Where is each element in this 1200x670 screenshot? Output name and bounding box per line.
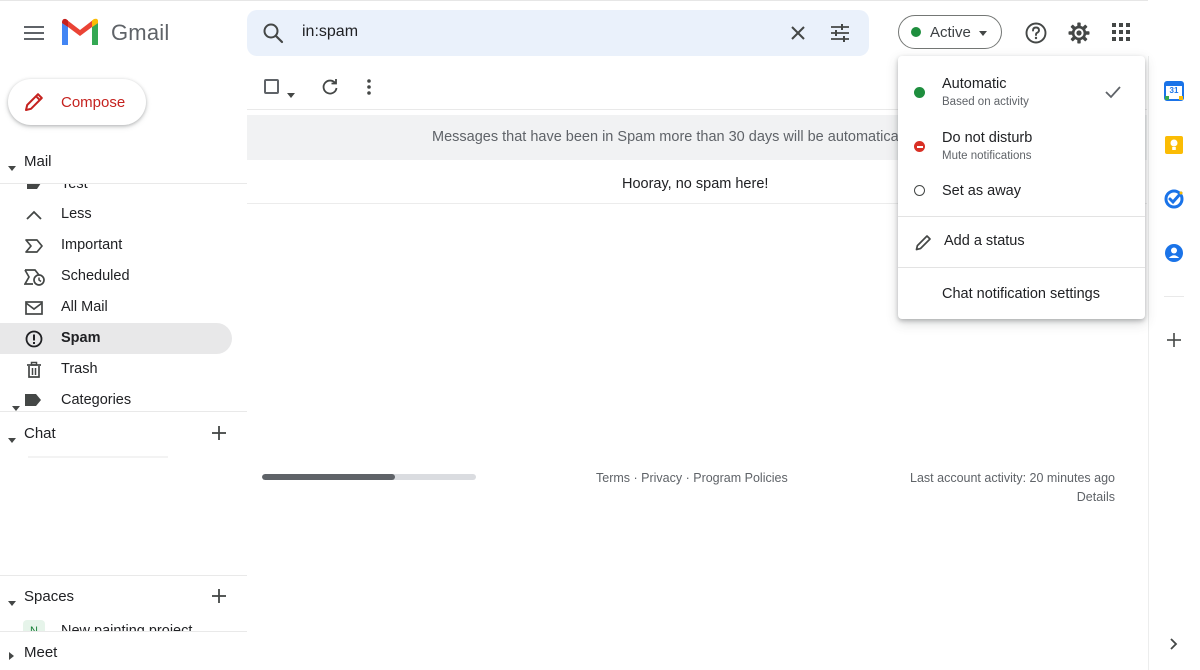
avatar: N xyxy=(23,620,45,631)
pencil-icon xyxy=(23,91,45,113)
space-item-new-painting-project[interactable]: N New painting project xyxy=(0,619,247,631)
status-option-away[interactable]: Set as away xyxy=(898,174,1145,214)
separator: · xyxy=(630,471,642,485)
compose-button[interactable]: Compose xyxy=(8,79,146,125)
plus-icon[interactable] xyxy=(209,586,229,606)
footer-links: Terms · Privacy · Program Policies xyxy=(596,471,788,485)
empty-message: Hooray, no spam here! xyxy=(622,176,769,192)
status-option-automatic[interactable]: Automatic Based on activity xyxy=(898,66,1145,120)
chevron-right-icon xyxy=(9,647,14,664)
chevron-up-icon xyxy=(24,205,44,225)
away-icon xyxy=(914,185,925,196)
sidebar-item-less[interactable]: Less xyxy=(0,199,232,230)
label-icon xyxy=(26,184,42,190)
check-icon xyxy=(1103,82,1123,102)
apps-icon[interactable] xyxy=(1110,21,1132,43)
chevron-right-icon[interactable] xyxy=(1166,634,1182,654)
divider xyxy=(0,631,247,632)
divider xyxy=(0,575,247,576)
status-dot xyxy=(911,27,921,37)
important-icon xyxy=(24,236,44,256)
search-input[interactable]: in:spam xyxy=(302,23,358,41)
sidebar-item-trash[interactable]: Trash xyxy=(0,354,232,385)
compose-label: Compose xyxy=(61,94,126,111)
refresh-icon[interactable] xyxy=(320,77,340,97)
chevron-down-icon xyxy=(8,593,16,610)
contacts-icon[interactable] xyxy=(1164,243,1184,263)
chat-placeholder xyxy=(28,456,168,458)
status-menu: Automatic Based on activity Do not distu… xyxy=(898,56,1145,319)
banner-text: Messages that have been in Spam more tha… xyxy=(432,129,969,145)
program-policies-link[interactable]: Program Policies xyxy=(693,471,787,485)
spam-icon xyxy=(24,329,44,349)
chevron-down-icon xyxy=(8,158,16,175)
status-label: Active xyxy=(930,23,971,41)
divider xyxy=(1164,296,1184,297)
scheduled-icon xyxy=(24,267,46,287)
separator: · xyxy=(682,471,694,485)
chevron-down-icon xyxy=(8,430,16,447)
details-link[interactable]: Details xyxy=(1000,490,1115,504)
storage-bar[interactable] xyxy=(262,474,476,480)
dnd-icon xyxy=(914,141,925,152)
chevron-down-icon xyxy=(12,398,20,416)
label-icon xyxy=(24,393,42,407)
filter-icon[interactable] xyxy=(829,22,851,44)
last-account-activity: Last account activity: 20 minutes ago xyxy=(910,471,1115,485)
privacy-link[interactable]: Privacy xyxy=(641,471,682,485)
menu-icon[interactable] xyxy=(14,13,54,53)
divider xyxy=(0,411,247,412)
sidebar-item-test[interactable]: Test xyxy=(0,184,232,192)
calendar-day: 31 xyxy=(1169,86,1179,95)
close-icon[interactable] xyxy=(787,22,809,44)
search-icon[interactable] xyxy=(261,21,285,45)
status-button[interactable]: Active xyxy=(898,15,1002,49)
plus-icon[interactable] xyxy=(1164,330,1184,350)
calendar-icon[interactable]: 31 xyxy=(1164,81,1184,101)
mail-icon xyxy=(24,298,44,318)
gmail-logo-icon[interactable] xyxy=(60,17,100,47)
add-status-option[interactable]: Add a status xyxy=(898,217,1145,267)
sidebar-item-important[interactable]: Important xyxy=(0,230,232,261)
trash-icon xyxy=(24,360,44,380)
sidebar-item-spam[interactable]: Spam xyxy=(0,323,232,354)
edit-icon xyxy=(914,232,934,252)
chevron-down-icon xyxy=(978,23,987,41)
app-name: Gmail xyxy=(111,20,170,45)
sidebar-item-scheduled[interactable]: Scheduled xyxy=(0,261,232,292)
status-dot xyxy=(914,87,925,98)
tasks-icon[interactable] xyxy=(1164,189,1184,209)
plus-icon[interactable] xyxy=(209,423,229,443)
gear-icon[interactable] xyxy=(1067,21,1091,45)
status-option-do-not-disturb[interactable]: Do not disturb Mute notifications xyxy=(898,120,1145,174)
terms-link[interactable]: Terms xyxy=(596,471,630,485)
storage-bar-fill xyxy=(262,474,395,480)
chevron-down-icon[interactable] xyxy=(287,85,295,103)
sidebar-item-all-mail[interactable]: All Mail xyxy=(0,292,232,323)
select-all-checkbox[interactable] xyxy=(264,79,279,94)
keep-icon[interactable] xyxy=(1164,135,1184,155)
help-icon[interactable] xyxy=(1024,21,1048,45)
more-vert-icon[interactable] xyxy=(359,77,379,97)
search-bar[interactable]: in:spam xyxy=(247,10,869,56)
chat-notification-settings-option[interactable]: Chat notification settings xyxy=(898,268,1145,318)
